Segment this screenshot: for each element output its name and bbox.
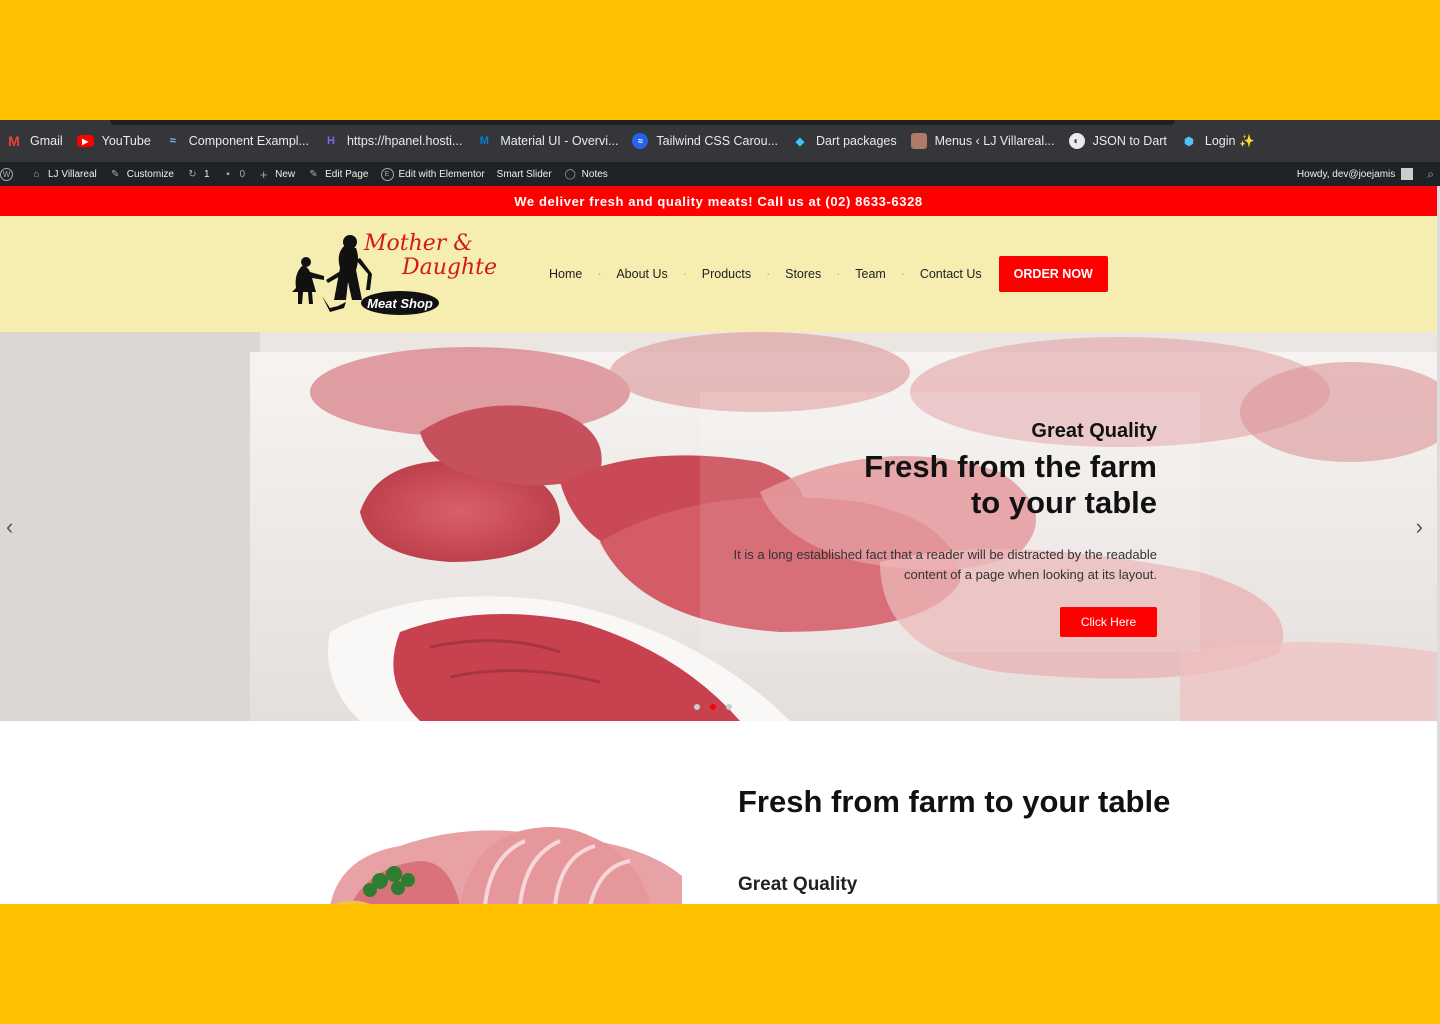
bookmark-material-ui[interactable]: M Material UI - Overvi... (476, 133, 619, 149)
material-ui-icon: M (479, 135, 489, 147)
slider-dots (694, 704, 742, 710)
component-icon: ≈ (169, 135, 176, 147)
bookmark-component-examples[interactable]: ≈ Component Exampl... (165, 133, 309, 149)
globe-icon: ◐ (1068, 133, 1085, 149)
bookmark-login[interactable]: ⬢ Login ✨ (1181, 133, 1254, 149)
hero-description: It is a long established fact that a rea… (733, 547, 1157, 582)
admin-site-name[interactable]: ⌂ LJ Villareal (30, 168, 96, 181)
login-icon: ⬢ (1184, 135, 1194, 148)
admin-new[interactable]: + New (257, 166, 295, 182)
bookmark-youtube[interactable]: ▶ YouTube (76, 134, 151, 148)
site-logo[interactable]: Mother & Daughter Meat Shop (286, 230, 509, 320)
site-header: Mother & Daughter Meat Shop Home About U… (0, 216, 1437, 332)
bookmark-gmail[interactable]: M Gmail (6, 133, 63, 149)
hero-slider: ‹ › Great Quality Fresh from the farm to… (0, 332, 1437, 721)
logo-graphic: Mother & Daughter Meat Shop (292, 231, 509, 315)
logo-title-line1: Mother & (363, 231, 473, 256)
section-subtitle: Great Quality (738, 874, 858, 895)
gmail-icon: M (8, 133, 20, 149)
admin-smart-slider[interactable]: Smart Slider (497, 169, 552, 180)
admin-account[interactable]: Howdy, dev@joejamis ⌕ (1297, 162, 1434, 186)
comment-icon: ▪ (226, 168, 230, 180)
bookmark-dart-packages[interactable]: ◆ Dart packages (792, 133, 897, 149)
about-section: Fresh from farm to your table Great Qual… (0, 721, 1437, 904)
logo-title-line2: Daughter (401, 255, 496, 280)
notes-icon: ◯ (564, 168, 576, 180)
nav-stores[interactable]: Stores (766, 267, 838, 281)
plus-icon: + (259, 166, 268, 182)
nav-products[interactable]: Products (683, 267, 768, 281)
tailwind-icon: ≈ (632, 133, 649, 149)
bookmark-menus[interactable]: Menus ‹ LJ Villareal... (910, 133, 1055, 149)
wordpress-logo[interactable]: W (0, 167, 18, 181)
nav-home[interactable]: Home (532, 267, 599, 281)
slider-dot-3[interactable] (726, 704, 732, 710)
slider-next-arrow[interactable]: › (1416, 514, 1423, 540)
dart-icon: ◆ (795, 135, 805, 148)
bookmark-json-to-dart[interactable]: ◐ JSON to Dart (1068, 133, 1167, 149)
menus-icon (910, 133, 927, 149)
admin-customize[interactable]: ✎ Customize (109, 168, 174, 181)
browser-frame: M Gmail ▶ YouTube ≈ Component Exampl... … (0, 120, 1440, 904)
meat-platter-image (330, 827, 682, 904)
wp-admin-bar: W ⌂ LJ Villareal ✎ Customize ↻ 1 ▪ 0 + N… (0, 162, 1440, 186)
elementor-icon: E (380, 167, 394, 181)
youtube-icon: ▶ (76, 135, 94, 147)
slider-dot-1[interactable] (694, 704, 700, 710)
promo-bar: We deliver fresh and quality meats! Call… (0, 186, 1437, 216)
dashboard-icon: ⌂ (33, 168, 40, 180)
logo-badge: Meat Shop (367, 296, 433, 311)
hero-click-here-button[interactable]: Click Here (1060, 607, 1157, 637)
avatar (1401, 168, 1414, 180)
admin-updates[interactable]: ↻ 1 (186, 168, 209, 181)
hero-title: Fresh from the farm to your table (717, 449, 1157, 521)
admin-edit-page[interactable]: ✎ Edit Page (307, 168, 368, 181)
hostinger-icon: H (327, 135, 335, 147)
nav-about-us[interactable]: About Us (597, 267, 684, 281)
bookmark-hpanel[interactable]: H https://hpanel.hosti... (323, 133, 462, 149)
search-icon[interactable]: ⌕ (1427, 167, 1434, 182)
tab-strip-edge (110, 120, 1175, 125)
admin-notes[interactable]: ◯ Notes (564, 168, 608, 181)
wordpress-icon: W (0, 167, 13, 181)
nav-team[interactable]: Team (836, 267, 903, 281)
hero-caption: Great Quality Fresh from the farm to you… (717, 420, 1157, 637)
hero-title-line2: to your table (970, 485, 1157, 520)
pencil-icon: ✎ (309, 168, 318, 180)
section-title: Fresh from farm to your table (738, 784, 1171, 819)
refresh-icon: ↻ (188, 168, 197, 180)
slider-dot-2[interactable] (710, 704, 716, 710)
main-nav: Home About Us Products Stores Team Conta… (532, 256, 1108, 292)
bookmarks-bar: M Gmail ▶ YouTube ≈ Component Exampl... … (0, 120, 1440, 162)
slider-prev-arrow[interactable]: ‹ (6, 514, 13, 540)
order-now-button[interactable]: ORDER NOW (998, 256, 1108, 292)
bookmark-tailwind[interactable]: ≈ Tailwind CSS Carou... (632, 133, 778, 149)
admin-edit-elementor[interactable]: E Edit with Elementor (380, 167, 485, 181)
nav-contact-us[interactable]: Contact Us (901, 267, 999, 281)
admin-comments[interactable]: ▪ 0 (222, 168, 245, 181)
hero-title-line1: Fresh from the farm (864, 449, 1157, 484)
brush-icon: ✎ (111, 168, 120, 180)
hero-subtitle: Great Quality (1031, 420, 1157, 442)
